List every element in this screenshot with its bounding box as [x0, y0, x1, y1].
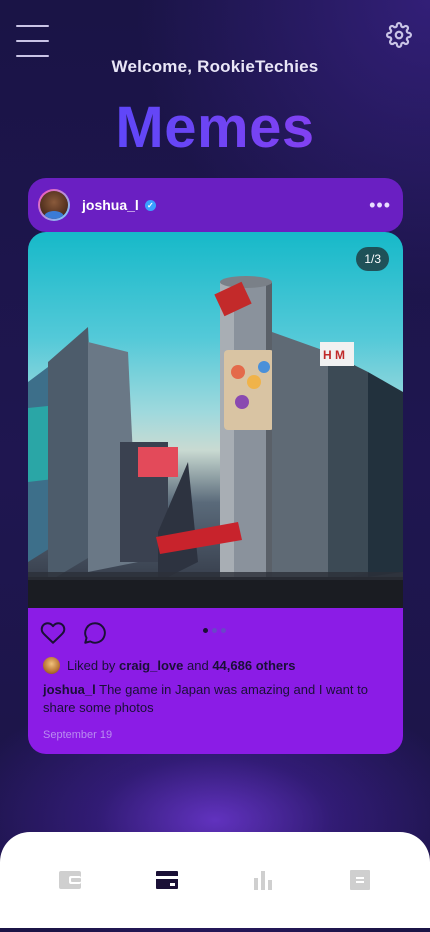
more-options-button[interactable]: •••: [369, 196, 391, 214]
hamburger-menu-icon: [16, 25, 49, 27]
likes-summary: Liked by craig_love and 44,686 others: [43, 657, 295, 674]
gear-icon: [386, 22, 412, 48]
settings-button[interactable]: [386, 22, 412, 48]
post-image[interactable]: H M 1/3: [28, 232, 403, 608]
post-footer: Liked by craig_love and 44,686 others jo…: [28, 608, 403, 754]
comment-bubble-icon: [84, 622, 106, 644]
liked-others[interactable]: 44,686 others: [212, 658, 295, 673]
wallet-icon: [59, 871, 82, 889]
carousel-indicator: [203, 628, 226, 633]
carousel-dot: [221, 628, 226, 633]
avatar-image: [40, 191, 68, 219]
menu-button[interactable]: [16, 24, 50, 58]
post-header: joshua_l ✓ •••: [28, 178, 403, 232]
verified-badge-icon: ✓: [144, 199, 156, 211]
carousel-dot: [203, 628, 208, 633]
comment-button[interactable]: [82, 620, 108, 646]
carousel-dot: [212, 628, 217, 633]
page-title: Memes: [0, 94, 430, 161]
post-caption: joshua_l The game in Japan was amazing a…: [43, 681, 388, 717]
bar-chart-icon: [254, 871, 273, 890]
liked-prefix: Liked by: [67, 658, 116, 673]
nav-documents[interactable]: [336, 856, 384, 904]
card-icon: [155, 871, 178, 889]
bottom-navigation: [0, 832, 430, 928]
menu-line: [16, 40, 49, 42]
document-icon: [349, 870, 370, 890]
liked-and: and: [187, 658, 209, 673]
nav-cards[interactable]: [143, 856, 191, 904]
liked-by-user[interactable]: craig_love: [119, 658, 183, 673]
city-street-photo: H M: [28, 276, 403, 608]
like-button[interactable]: [40, 620, 66, 646]
post-date: September 19: [43, 729, 113, 741]
svg-text:H M: H M: [323, 348, 345, 362]
nav-wallet[interactable]: [46, 856, 94, 904]
heart-icon: [40, 622, 66, 644]
post-actions: [40, 620, 108, 646]
image-counter: 1/3: [356, 247, 389, 271]
liker-avatar: [43, 657, 60, 674]
avatar[interactable]: [38, 189, 70, 221]
welcome-text: Welcome, RookieTechies: [111, 57, 319, 76]
post-username[interactable]: joshua_l: [82, 197, 139, 213]
nav-stats[interactable]: [239, 856, 287, 904]
caption-username[interactable]: joshua_l: [43, 682, 96, 697]
